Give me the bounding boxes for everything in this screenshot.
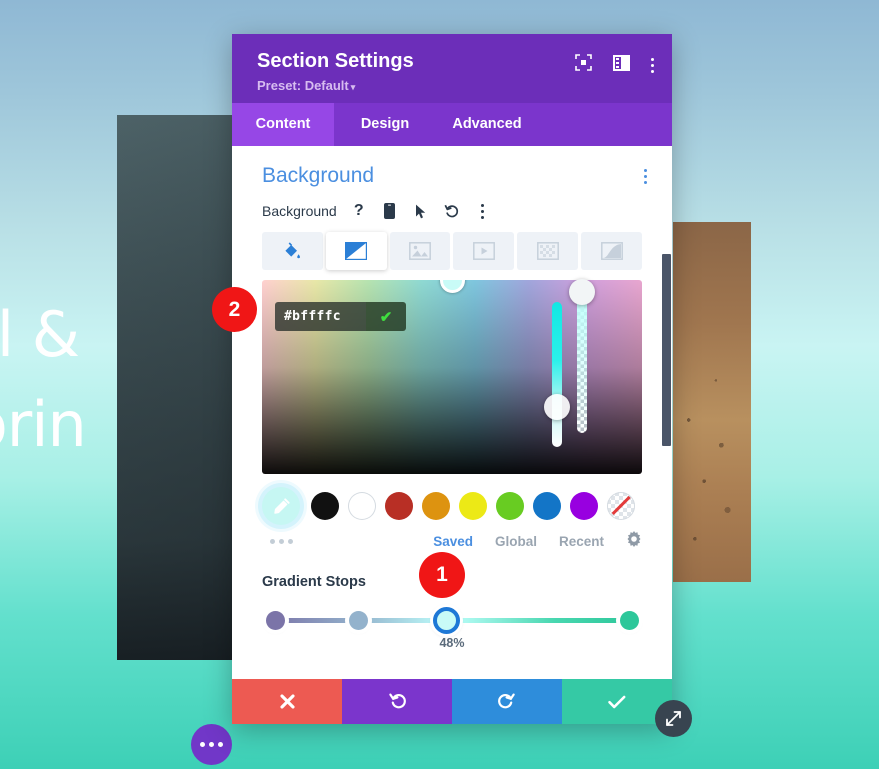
hover-cursor-icon[interactable] — [410, 200, 432, 222]
undo-button[interactable] — [342, 679, 452, 724]
modal-body: Background Background ? #bffffc ✔ Saved … — [232, 146, 672, 679]
modal-tabs: Content Design Advanced — [232, 103, 672, 146]
swatch-white[interactable] — [348, 492, 376, 520]
background-type-mask[interactable] — [581, 232, 642, 270]
modal-scrollbar[interactable] — [662, 254, 671, 446]
swatch-yellow[interactable] — [459, 492, 487, 520]
page-title: Background — [262, 164, 375, 187]
swatch-none[interactable] — [607, 492, 635, 520]
annotation-marker-1: 1 — [419, 552, 465, 598]
background-type-pattern[interactable] — [517, 232, 579, 270]
overflow-menu-icon[interactable] — [651, 57, 654, 73]
background-type-video[interactable] — [453, 232, 515, 270]
swatch-tab-group: Saved Global Recent — [433, 531, 642, 552]
tab-advanced[interactable]: Advanced — [436, 103, 538, 146]
alpha-slider-handle[interactable] — [569, 279, 595, 305]
dot-icon — [218, 742, 223, 747]
modal-header-actions — [575, 54, 654, 76]
dot-icon — [270, 539, 275, 544]
page-canvas: rom ntial & Floorin is dolor n. Section … — [0, 0, 879, 769]
dot-icon — [651, 63, 654, 67]
dot-icon — [288, 539, 293, 544]
dot-icon — [481, 215, 485, 219]
dot-icon — [651, 57, 654, 61]
help-icon[interactable]: ? — [348, 200, 370, 222]
modal-header-titles: Section Settings Preset: Default ▾ — [257, 48, 414, 93]
dot-icon — [209, 742, 214, 747]
reset-undo-icon[interactable] — [441, 200, 463, 222]
background-type-image[interactable] — [389, 232, 451, 270]
layout-panel-icon[interactable] — [613, 54, 630, 76]
swatch-purple[interactable] — [570, 492, 598, 520]
background-type-toggle-group — [232, 232, 672, 270]
swatch-red[interactable] — [385, 492, 413, 520]
gradient-stop-1[interactable] — [349, 611, 368, 630]
dot-icon — [644, 174, 647, 178]
section-overflow-menu-icon[interactable] — [644, 168, 647, 184]
eyedropper-icon[interactable] — [262, 487, 300, 525]
color-picker: #bffffc ✔ — [232, 270, 672, 474]
swatch-black[interactable] — [311, 492, 339, 520]
swatch-tab-saved[interactable]: Saved — [433, 534, 473, 549]
background-field-label: Background — [262, 203, 337, 219]
tab-content[interactable]: Content — [232, 103, 334, 146]
page-options-button[interactable] — [191, 724, 232, 765]
background-type-color-fill[interactable] — [262, 232, 323, 270]
background-type-gradient[interactable] — [325, 232, 387, 270]
dot-icon — [481, 209, 485, 213]
alpha-slider[interactable] — [569, 279, 595, 433]
section-settings-modal: Section Settings Preset: Default ▾ Conte… — [232, 34, 672, 724]
tab-design[interactable]: Design — [334, 103, 436, 146]
dot-icon — [279, 539, 284, 544]
hex-confirm-button[interactable]: ✔ — [366, 302, 406, 331]
responsive-phone-icon[interactable] — [379, 200, 401, 222]
color-swatch-row — [232, 474, 672, 525]
swatch-blue[interactable] — [533, 492, 561, 520]
dot-icon — [651, 69, 654, 73]
swatch-green[interactable] — [496, 492, 524, 520]
hero-right-photo — [673, 222, 751, 582]
hue-slider[interactable] — [544, 302, 570, 447]
dot-icon — [200, 742, 205, 747]
color-field-cursor[interactable] — [440, 280, 465, 293]
hex-input[interactable]: #bffffc — [275, 302, 366, 331]
modal-header: Section Settings Preset: Default ▾ — [232, 34, 672, 103]
redo-button[interactable] — [452, 679, 562, 724]
more-swatches-icon[interactable] — [262, 539, 402, 544]
hue-slider-handle[interactable] — [544, 394, 570, 420]
hex-input-group: #bffffc ✔ — [275, 302, 406, 331]
gear-icon[interactable] — [626, 531, 642, 552]
modal-footer — [232, 679, 672, 724]
dot-icon — [644, 180, 647, 184]
focus-target-icon[interactable] — [575, 54, 592, 76]
background-field-row: Background ? — [232, 198, 672, 232]
swatch-meta-row: Saved Global Recent — [232, 525, 672, 552]
modal-title: Section Settings — [257, 50, 414, 72]
gradient-stop-0[interactable] — [266, 611, 285, 630]
cancel-button[interactable] — [232, 679, 342, 724]
swatch-orange[interactable] — [422, 492, 450, 520]
dot-icon — [481, 203, 485, 207]
background-section-header: Background — [232, 146, 672, 198]
gradient-stops-slider[interactable]: 48% — [262, 607, 642, 652]
dot-icon — [644, 168, 647, 172]
gradient-stop-2-selected[interactable] — [433, 607, 460, 634]
annotation-marker-2: 2 — [212, 287, 257, 332]
preset-selector[interactable]: Preset: Default ▾ — [257, 78, 414, 93]
gradient-stop-3[interactable] — [620, 611, 639, 630]
swatch-tab-recent[interactable]: Recent — [559, 534, 604, 549]
preset-label: Preset: Default — [257, 78, 349, 93]
gradient-stop-percent: 48% — [439, 636, 465, 650]
resize-handle-icon[interactable] — [655, 700, 692, 737]
overflow-menu-icon[interactable] — [472, 200, 494, 222]
chevron-down-icon: ▾ — [350, 82, 356, 92]
swatch-tab-global[interactable]: Global — [495, 534, 537, 549]
